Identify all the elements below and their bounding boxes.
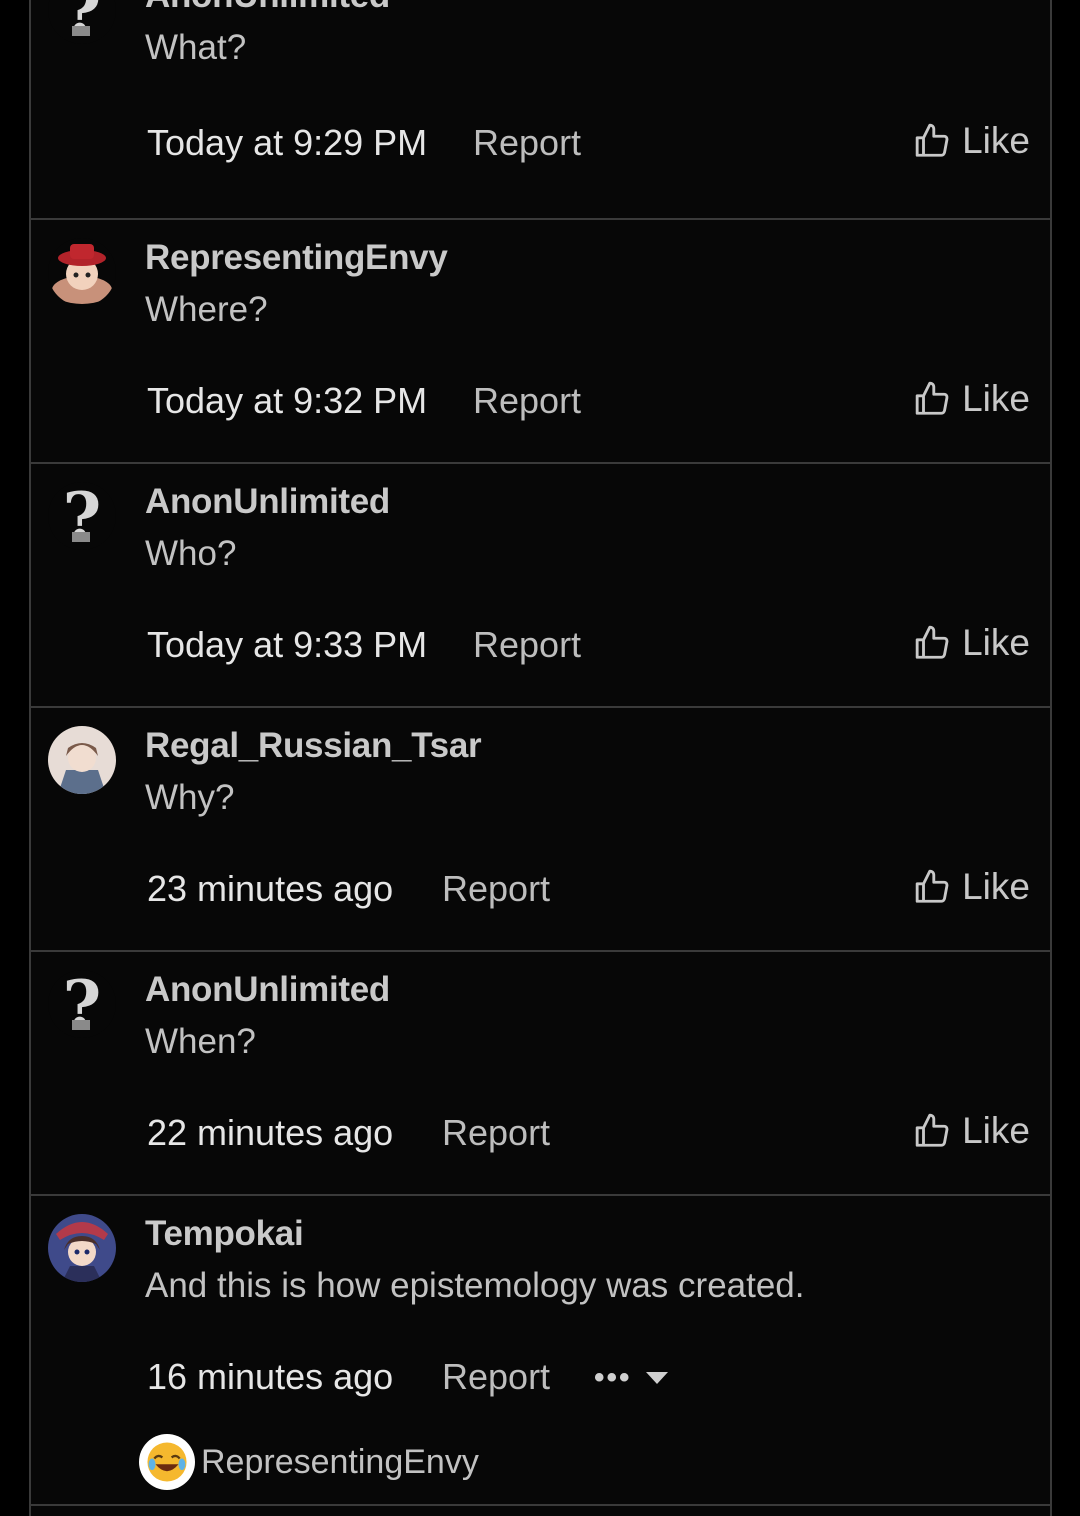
svg-text:?: ?	[63, 0, 102, 44]
username[interactable]: AnonUnlimited	[145, 0, 390, 16]
like-label: Like	[962, 120, 1030, 161]
avatar[interactable]	[48, 726, 116, 794]
avatar[interactable]: ?	[48, 482, 116, 550]
laughing-emoji-icon	[139, 1434, 195, 1490]
question-mark-avatar-icon: ?	[48, 482, 116, 550]
comment-post: RepresentingEnvy Where? Today at 9:32 PM…	[31, 220, 1050, 464]
chevron-down-icon	[645, 1372, 668, 1384]
question-mark-avatar-icon: ?	[48, 0, 116, 44]
question-mark-avatar-icon: ?	[48, 970, 116, 1038]
report-link[interactable]: Report	[442, 868, 550, 910]
comment-text: Who?	[145, 534, 237, 573]
timestamp[interactable]: 16 minutes ago	[147, 1356, 393, 1398]
thumbs-up-icon	[915, 625, 949, 659]
like-label: Like	[962, 1110, 1030, 1151]
like-button[interactable]: Like	[914, 378, 1030, 420]
like-label: Like	[962, 866, 1030, 907]
report-link[interactable]: Report	[442, 1112, 550, 1154]
thumbs-up-icon	[915, 381, 949, 415]
like-label: Like	[962, 378, 1030, 419]
username[interactable]: Tempokai	[145, 1214, 304, 1254]
report-link[interactable]: Report	[473, 380, 581, 422]
timestamp[interactable]: 23 minutes ago	[147, 868, 393, 910]
username[interactable]: AnonUnlimited	[145, 970, 390, 1010]
more-options-button[interactable]: •••	[594, 1361, 668, 1395]
comment-post: Tempokai And this is how epistemology wa…	[31, 1196, 1050, 1506]
timestamp[interactable]: 22 minutes ago	[147, 1112, 393, 1154]
comment-post: ? AnonUnlimited What? Today at 9:29 PM R…	[31, 0, 1050, 220]
comment-text: Why?	[145, 778, 235, 817]
like-label: Like	[962, 622, 1030, 663]
comment-text: And this is how epistemology was created…	[145, 1266, 805, 1305]
more-dots-icon: •••	[594, 1361, 632, 1394]
timestamp[interactable]: Today at 9:29 PM	[147, 122, 427, 164]
comment-text: What?	[145, 28, 247, 67]
comment-post: ? AnonUnlimited Who? Today at 9:33 PM Re…	[31, 464, 1050, 708]
report-link[interactable]: Report	[442, 1356, 550, 1398]
username[interactable]: RepresentingEnvy	[145, 238, 448, 278]
anime-girl-avatar-icon	[48, 1214, 116, 1282]
avatar[interactable]	[48, 238, 116, 306]
thumbs-up-icon	[915, 123, 949, 157]
avatar[interactable]	[48, 1214, 116, 1282]
comment-text: When?	[145, 1022, 256, 1061]
timestamp[interactable]: Today at 9:33 PM	[147, 624, 427, 666]
like-button[interactable]: Like	[914, 866, 1030, 908]
like-button[interactable]: Like	[914, 1110, 1030, 1152]
report-link[interactable]: Report	[473, 122, 581, 164]
thumbs-up-icon	[915, 1113, 949, 1147]
username[interactable]: Regal_Russian_Tsar	[145, 726, 482, 766]
anime-portrait-avatar-icon	[48, 726, 116, 794]
avatar[interactable]: ?	[48, 0, 116, 44]
comment-thread: ? AnonUnlimited What? Today at 9:29 PM R…	[29, 0, 1052, 1516]
reaction-user[interactable]: RepresentingEnvy	[201, 1443, 479, 1482]
thumbs-up-icon	[915, 869, 949, 903]
reaction-summary[interactable]: RepresentingEnvy	[139, 1434, 479, 1490]
comment-post: ? AnonUnlimited When? 22 minutes ago Rep…	[31, 952, 1050, 1196]
like-button[interactable]: Like	[914, 120, 1030, 162]
like-button[interactable]: Like	[914, 622, 1030, 664]
timestamp[interactable]: Today at 9:32 PM	[147, 380, 427, 422]
username[interactable]: AnonUnlimited	[145, 482, 390, 522]
comment-text: Where?	[145, 290, 268, 329]
red-hat-character-avatar-icon	[48, 238, 116, 306]
report-link[interactable]: Report	[473, 624, 581, 666]
avatar[interactable]: ?	[48, 970, 116, 1038]
comment-post: Regal_Russian_Tsar Why? 23 minutes ago R…	[31, 708, 1050, 952]
